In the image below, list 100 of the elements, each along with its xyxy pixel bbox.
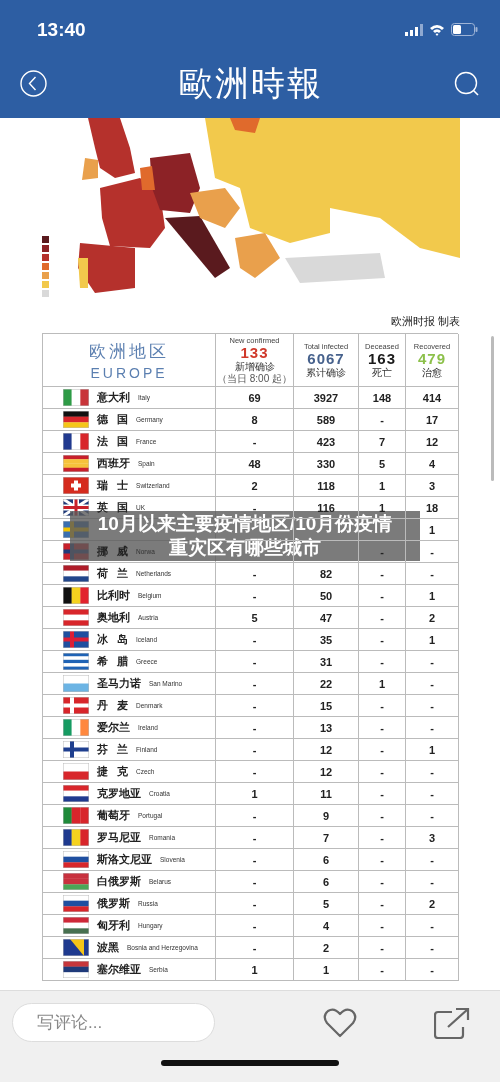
flag-icon: [63, 807, 89, 824]
table-cell: 148: [359, 387, 406, 409]
table-cell: -: [406, 805, 459, 827]
table-cell: 2: [406, 607, 459, 629]
country-name: 克罗地亚: [97, 786, 141, 801]
flag-icon: [63, 763, 89, 780]
table-cell: 15: [294, 695, 359, 717]
column-total: 6067: [307, 350, 345, 367]
region-subtitle: EUROPE: [90, 364, 168, 381]
table-cell: 1: [406, 585, 459, 607]
table-cell: 1: [294, 959, 359, 981]
table-cell: -: [359, 849, 406, 871]
flag-icon: [63, 697, 89, 714]
legend-drawing: [42, 236, 49, 297]
table-cell: 1: [359, 475, 406, 497]
flag-icon: [63, 653, 89, 670]
comment-field[interactable]: 写评论...: [12, 1003, 215, 1042]
table-cell: 1: [359, 673, 406, 695]
wifi-icon: [429, 23, 445, 36]
table-cell: -: [216, 717, 294, 739]
table-cell: -: [359, 893, 406, 915]
table-cell: -: [406, 959, 459, 981]
country-name: 波黑: [97, 940, 119, 955]
country-name: 爱尔兰: [97, 720, 130, 735]
flag-icon: [63, 389, 89, 406]
table-cell: 4: [406, 453, 459, 475]
table-cell: -: [216, 585, 294, 607]
table-cell: -: [406, 849, 459, 871]
table-cell: -: [359, 805, 406, 827]
table-cell: 9: [294, 805, 359, 827]
table-cell: 12: [294, 739, 359, 761]
table-cell: 423: [294, 431, 359, 453]
table-cell: -: [216, 739, 294, 761]
country-name: 芬 兰: [97, 742, 129, 757]
country-name: 比利时: [97, 588, 130, 603]
table-cell: 3: [406, 475, 459, 497]
scrollbar[interactable]: [491, 336, 494, 481]
table-cell: 22: [294, 673, 359, 695]
table-cell: 1: [216, 783, 294, 805]
table-cell: 3: [406, 827, 459, 849]
table-cell: 82: [294, 563, 359, 585]
country-name: 罗马尼亚: [97, 830, 141, 845]
table-cell: 11: [294, 783, 359, 805]
table-cell: -: [406, 673, 459, 695]
country-name: 丹 麦: [97, 698, 129, 713]
table-cell: -: [406, 783, 459, 805]
table-cell: -: [216, 563, 294, 585]
country-name: 葡萄牙: [97, 808, 130, 823]
flag-icon: [63, 917, 89, 934]
table-cell: -: [216, 915, 294, 937]
heart-icon[interactable]: [322, 1007, 357, 1038]
search-icon[interactable]: [454, 70, 480, 97]
country-name: 德 国: [97, 412, 129, 427]
flag-icon: [63, 719, 89, 736]
flag-icon: [63, 411, 89, 428]
table-cell: -: [359, 585, 406, 607]
table-cell: 35: [294, 629, 359, 651]
table-cell: -: [216, 805, 294, 827]
table-cell: 118: [294, 475, 359, 497]
app-title: 歐洲時報: [178, 63, 323, 104]
table-cell: -: [216, 651, 294, 673]
table-cell: 2: [216, 475, 294, 497]
column-label: 累计确诊: [306, 366, 346, 379]
table-cell: -: [216, 893, 294, 915]
flag-icon: [63, 939, 89, 956]
table-cell: 6: [294, 871, 359, 893]
column-label: 治愈: [422, 366, 442, 379]
table-cell: -: [359, 827, 406, 849]
country-name: 斯洛文尼亚: [97, 852, 152, 867]
country-name: 捷 克: [97, 764, 129, 779]
flag-icon: [63, 785, 89, 802]
table-cell: -: [359, 959, 406, 981]
table-cell: -: [406, 563, 459, 585]
flag-icon: [63, 741, 89, 758]
table-cell: 48: [216, 453, 294, 475]
table-cell: 6: [294, 849, 359, 871]
country-name: 冰 岛: [97, 632, 129, 647]
column-total: 163: [368, 350, 396, 367]
country-name: 俄罗斯: [97, 896, 130, 911]
table-cell: -: [359, 607, 406, 629]
table-cell: -: [216, 937, 294, 959]
table-cell: -: [359, 739, 406, 761]
table-cell: -: [359, 761, 406, 783]
country-name: 白俄罗斯: [97, 874, 141, 889]
table-cell: 31: [294, 651, 359, 673]
table-cell: -: [406, 717, 459, 739]
country-name: 挪 威: [97, 544, 129, 559]
table-cell: 5: [294, 893, 359, 915]
country-name: 英 国: [97, 500, 129, 515]
back-icon[interactable]: [20, 70, 47, 97]
table-cell: -: [359, 783, 406, 805]
country-name: 塞尔维亚: [97, 962, 141, 977]
table-cell: -: [406, 651, 459, 673]
table-cell: -: [406, 761, 459, 783]
column-total: 133: [240, 345, 269, 361]
table-cell: -: [406, 871, 459, 893]
battery-icon: [451, 23, 478, 36]
flag-icon: [63, 851, 89, 868]
table-cell: 5: [359, 453, 406, 475]
share-icon[interactable]: [434, 1006, 470, 1039]
